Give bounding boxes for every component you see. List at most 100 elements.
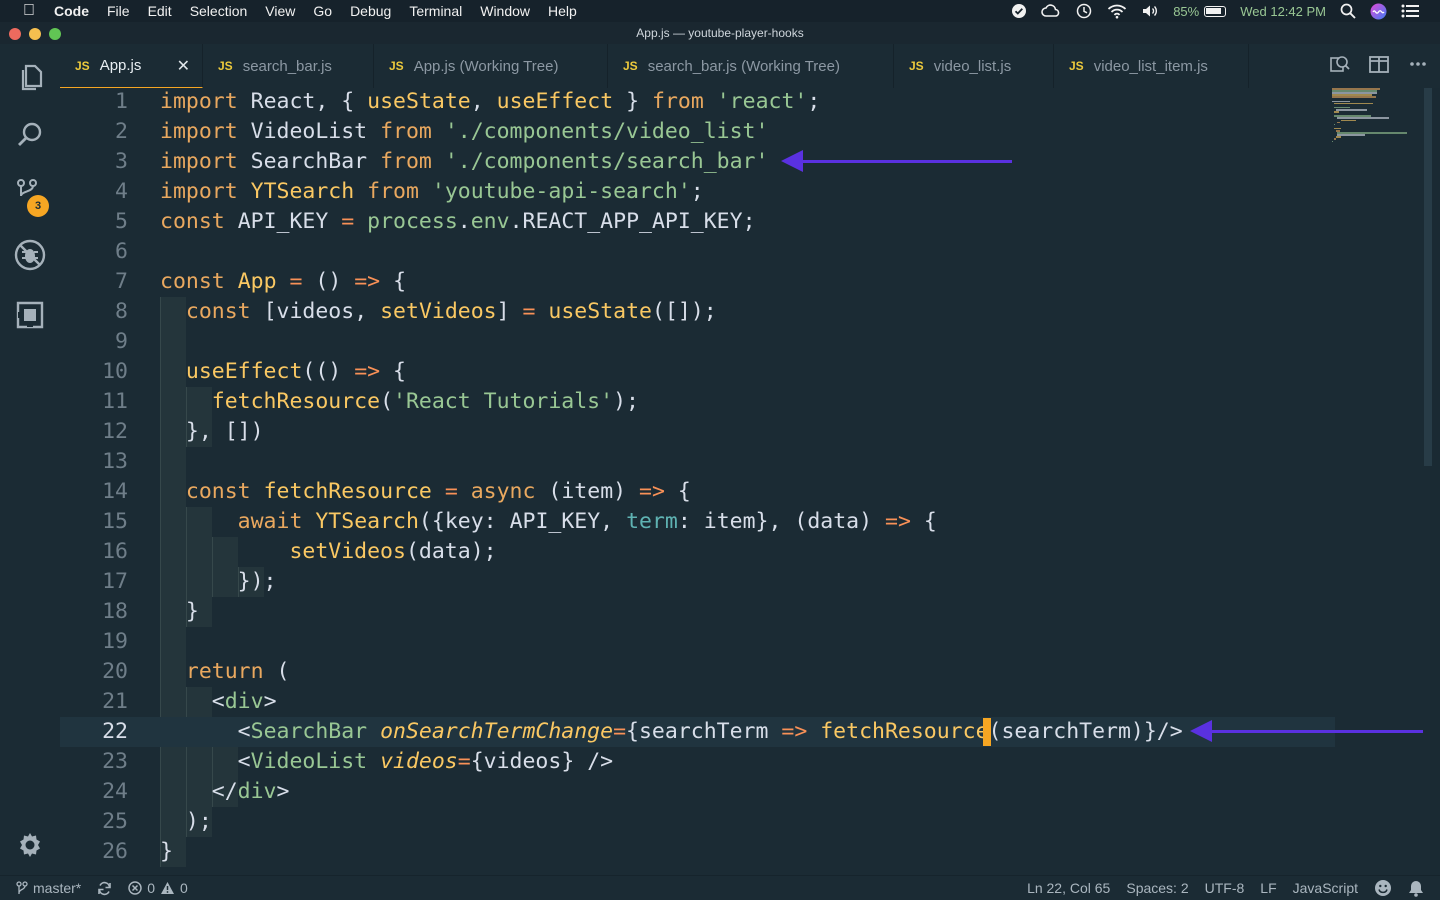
ellipsis-icon bbox=[1410, 61, 1426, 66]
window-title: App.js — youtube-player-hooks bbox=[636, 26, 804, 40]
line-number: 12 bbox=[102, 419, 128, 444]
maximize-window-button[interactable] bbox=[49, 28, 61, 40]
compare-changes-icon bbox=[1330, 55, 1350, 72]
code-line[interactable]: 8 const [videos, setVideos] = useState([… bbox=[60, 297, 1335, 327]
line-code: } bbox=[185, 599, 199, 624]
line-code: const App = () => { bbox=[160, 269, 407, 294]
code-line[interactable]: 4 import YTSearch from 'youtube-api-searc… bbox=[60, 177, 1335, 207]
code-line[interactable]: 11 fetchResource('React Tutorials'); bbox=[60, 387, 1335, 417]
encoding[interactable]: UTF-8 bbox=[1197, 880, 1253, 896]
code-line[interactable]: 13 bbox=[60, 447, 1335, 477]
siri-icon[interactable] bbox=[1363, 3, 1394, 20]
line-number: 1 bbox=[115, 89, 128, 114]
line-code: } bbox=[160, 839, 173, 864]
tab-video-list-item-js[interactable]: JS video_list_item.js bbox=[1054, 44, 1249, 88]
cursor-position[interactable]: Ln 22, Col 65 bbox=[1019, 880, 1118, 896]
code-line[interactable]: 26} bbox=[60, 837, 1335, 867]
git-branch-status[interactable]: master* bbox=[0, 880, 89, 896]
wifi-icon[interactable] bbox=[1100, 3, 1134, 19]
tab-video-list-js[interactable]: JS video_list.js bbox=[894, 44, 1054, 88]
indentation[interactable]: Spaces: 2 bbox=[1118, 880, 1196, 896]
code-editor[interactable]: 1 import React, { useState, useEffect } f… bbox=[60, 88, 1440, 875]
code-line[interactable]: 5 const API_KEY = process.env.REACT_APP_A… bbox=[60, 207, 1335, 237]
line-code: <SearchBar onSearchTermChange={searchTer… bbox=[237, 719, 1183, 744]
source-control-button[interactable]: 3 bbox=[0, 170, 60, 220]
line-code: const [videos, setVideos] = useState([])… bbox=[185, 299, 717, 324]
line-code: useEffect(() => { bbox=[185, 359, 406, 384]
menu-app-name[interactable]: Code bbox=[54, 0, 98, 22]
feedback-button[interactable] bbox=[1366, 879, 1400, 897]
code-line[interactable]: 1 import React, { useState, useEffect } f… bbox=[60, 87, 1335, 117]
battery-status[interactable]: 85% bbox=[1166, 4, 1233, 19]
debug-button[interactable] bbox=[0, 230, 60, 280]
tab-app-js-working-tree[interactable]: JS App.js (Working Tree) bbox=[374, 44, 608, 88]
code-line[interactable]: 16 setVideos(data); bbox=[60, 537, 1335, 567]
minimap[interactable] bbox=[1332, 88, 1412, 148]
line-code: await YTSearch({key: API_KEY, term: item… bbox=[237, 509, 937, 534]
open-changes-button[interactable] bbox=[1328, 53, 1350, 80]
code-line[interactable]: 3 import SearchBar from './components/sea… bbox=[60, 147, 1335, 177]
clock[interactable]: Wed 12:42 PM bbox=[1233, 4, 1333, 19]
tab-app-js[interactable]: JS App.js ✕ bbox=[60, 44, 203, 88]
status-bar: master* 0 0 Ln 22, Col 65 Spaces: 2 UTF-… bbox=[0, 875, 1440, 900]
tab-search-bar-js-working-tree[interactable]: JS search_bar.js (Working Tree) bbox=[608, 44, 894, 88]
creative-cloud-icon[interactable] bbox=[1034, 3, 1068, 19]
code-line[interactable]: 23 <VideoList videos={videos} /> bbox=[60, 747, 1335, 777]
code-line[interactable]: 22 <SearchBar onSearchTermChange={search… bbox=[60, 717, 1335, 747]
search-icon bbox=[18, 122, 42, 146]
code-line[interactable]: 14 const fetchResource = async (item) =>… bbox=[60, 477, 1335, 507]
javascript-file-icon: JS bbox=[75, 58, 90, 73]
code-line[interactable]: 7 const App = () => { bbox=[60, 267, 1335, 297]
menu-terminal[interactable]: Terminal bbox=[400, 0, 471, 22]
code-line[interactable]: 6 bbox=[60, 237, 1335, 267]
minimap-line bbox=[1333, 102, 1373, 105]
time-machine-icon[interactable] bbox=[1068, 3, 1100, 19]
close-window-button[interactable] bbox=[9, 28, 21, 40]
vertical-scrollbar[interactable] bbox=[1424, 88, 1432, 466]
code-line[interactable]: 15 await YTSearch({key: API_KEY, term: i… bbox=[60, 507, 1335, 537]
volume-icon[interactable] bbox=[1134, 3, 1166, 19]
code-line[interactable]: 19 bbox=[60, 627, 1335, 657]
search-button[interactable] bbox=[0, 110, 60, 160]
line-number: 5 bbox=[115, 209, 128, 234]
debug-no-bug-icon bbox=[14, 239, 46, 271]
menu-go[interactable]: Go bbox=[304, 0, 341, 22]
close-icon[interactable]: ✕ bbox=[177, 56, 190, 76]
menu-window[interactable]: Window bbox=[471, 0, 539, 22]
code-line[interactable]: 18 } bbox=[60, 597, 1335, 627]
menu-file[interactable]: File bbox=[98, 0, 139, 22]
check-icon[interactable] bbox=[1004, 3, 1034, 19]
code-line[interactable]: 25 ); bbox=[60, 807, 1335, 837]
apple-icon[interactable]:  bbox=[18, 2, 40, 20]
spotlight-search-icon[interactable] bbox=[1333, 3, 1363, 19]
code-line[interactable]: 24 </div> bbox=[60, 777, 1335, 807]
language-mode[interactable]: JavaScript bbox=[1285, 880, 1366, 896]
sync-button[interactable] bbox=[89, 881, 120, 896]
notification-center-icon[interactable] bbox=[1394, 4, 1426, 18]
menu-debug[interactable]: Debug bbox=[341, 0, 400, 22]
code-line[interactable]: 9 bbox=[60, 327, 1335, 357]
explorer-button[interactable] bbox=[0, 52, 60, 102]
menu-help[interactable]: Help bbox=[539, 0, 586, 22]
extensions-button[interactable] bbox=[0, 290, 60, 340]
code-line[interactable]: 17 }); bbox=[60, 567, 1335, 597]
menu-view[interactable]: View bbox=[256, 0, 304, 22]
split-editor-button[interactable] bbox=[1368, 53, 1390, 80]
end-of-line[interactable]: LF bbox=[1252, 880, 1284, 896]
problems-status[interactable]: 0 0 bbox=[120, 880, 196, 896]
code-line[interactable]: 20 return ( bbox=[60, 657, 1335, 687]
menu-selection[interactable]: Selection bbox=[181, 0, 257, 22]
more-actions-button[interactable] bbox=[1408, 54, 1428, 79]
code-line[interactable]: 21 <div> bbox=[60, 687, 1335, 717]
code-line[interactable]: 10 useEffect(() => { bbox=[60, 357, 1335, 387]
notifications-button[interactable] bbox=[1400, 880, 1432, 897]
tab-search-bar-js[interactable]: JS search_bar.js bbox=[203, 44, 374, 88]
minimize-window-button[interactable] bbox=[29, 28, 41, 40]
manage-button[interactable] bbox=[0, 820, 60, 870]
minimap-line bbox=[1341, 119, 1357, 121]
tab-label: App.js (Working Tree) bbox=[413, 57, 559, 75]
code-line[interactable]: 12 }, []) bbox=[60, 417, 1335, 447]
code-line[interactable]: 2 import VideoList from './components/vid… bbox=[60, 117, 1335, 147]
menu-edit[interactable]: Edit bbox=[139, 0, 181, 22]
line-code: const fetchResource = async (item) => { bbox=[185, 479, 691, 504]
